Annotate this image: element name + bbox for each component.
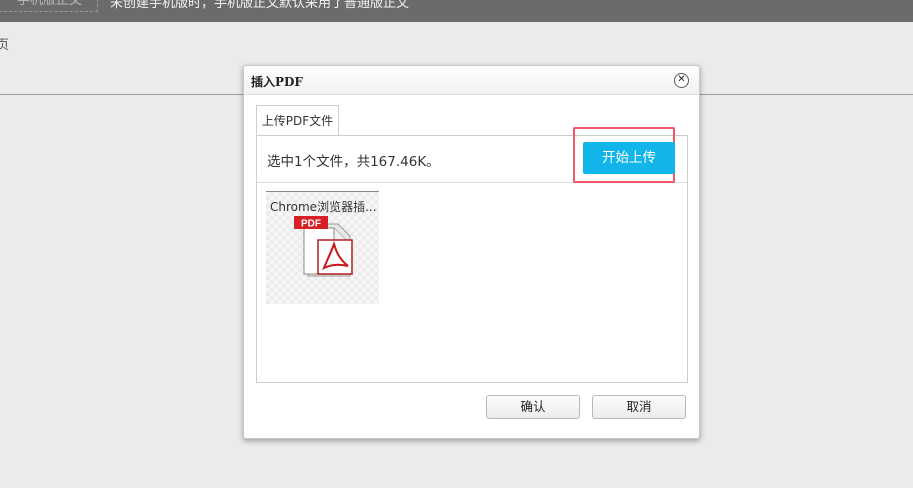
top-toolbar: 手机版正文 未创建手机版时，手机版正文默认采用了普通版正文	[0, 0, 913, 22]
svg-text:PDF: PDF	[301, 219, 321, 230]
close-icon[interactable]: ✕	[674, 73, 689, 88]
mobile-notice-text: 未创建手机版时，手机版正文默认采用了普通版正文	[110, 0, 410, 11]
pdf-file-icon: PDF	[294, 216, 353, 277]
tab-upload-pdf[interactable]: 上传PDF文件	[256, 105, 339, 135]
file-name: Chrome浏览器插...	[270, 200, 376, 214]
dialog-header: 插入PDF ✕	[244, 66, 699, 95]
mobile-body-button[interactable]: 手机版正文	[0, 0, 98, 12]
start-upload-button[interactable]: 开始上传	[583, 142, 675, 174]
cancel-button[interactable]: 取消	[592, 395, 686, 419]
file-thumbnail[interactable]: Chrome浏览器插... PDF	[266, 191, 379, 304]
dialog-title: 插入PDF	[251, 75, 303, 89]
insert-pdf-dialog: 插入PDF ✕ 上传PDF文件 选中1个文件，共167.46K。 开始上传 Ch…	[243, 65, 700, 439]
ok-button[interactable]: 确认	[486, 395, 580, 419]
upload-panel: 选中1个文件，共167.46K。 开始上传 Chrome浏览器插... PDF	[256, 127, 688, 383]
file-summary-text: 选中1个文件，共167.46K。	[267, 154, 440, 170]
page-edge-text: 页	[0, 38, 10, 53]
